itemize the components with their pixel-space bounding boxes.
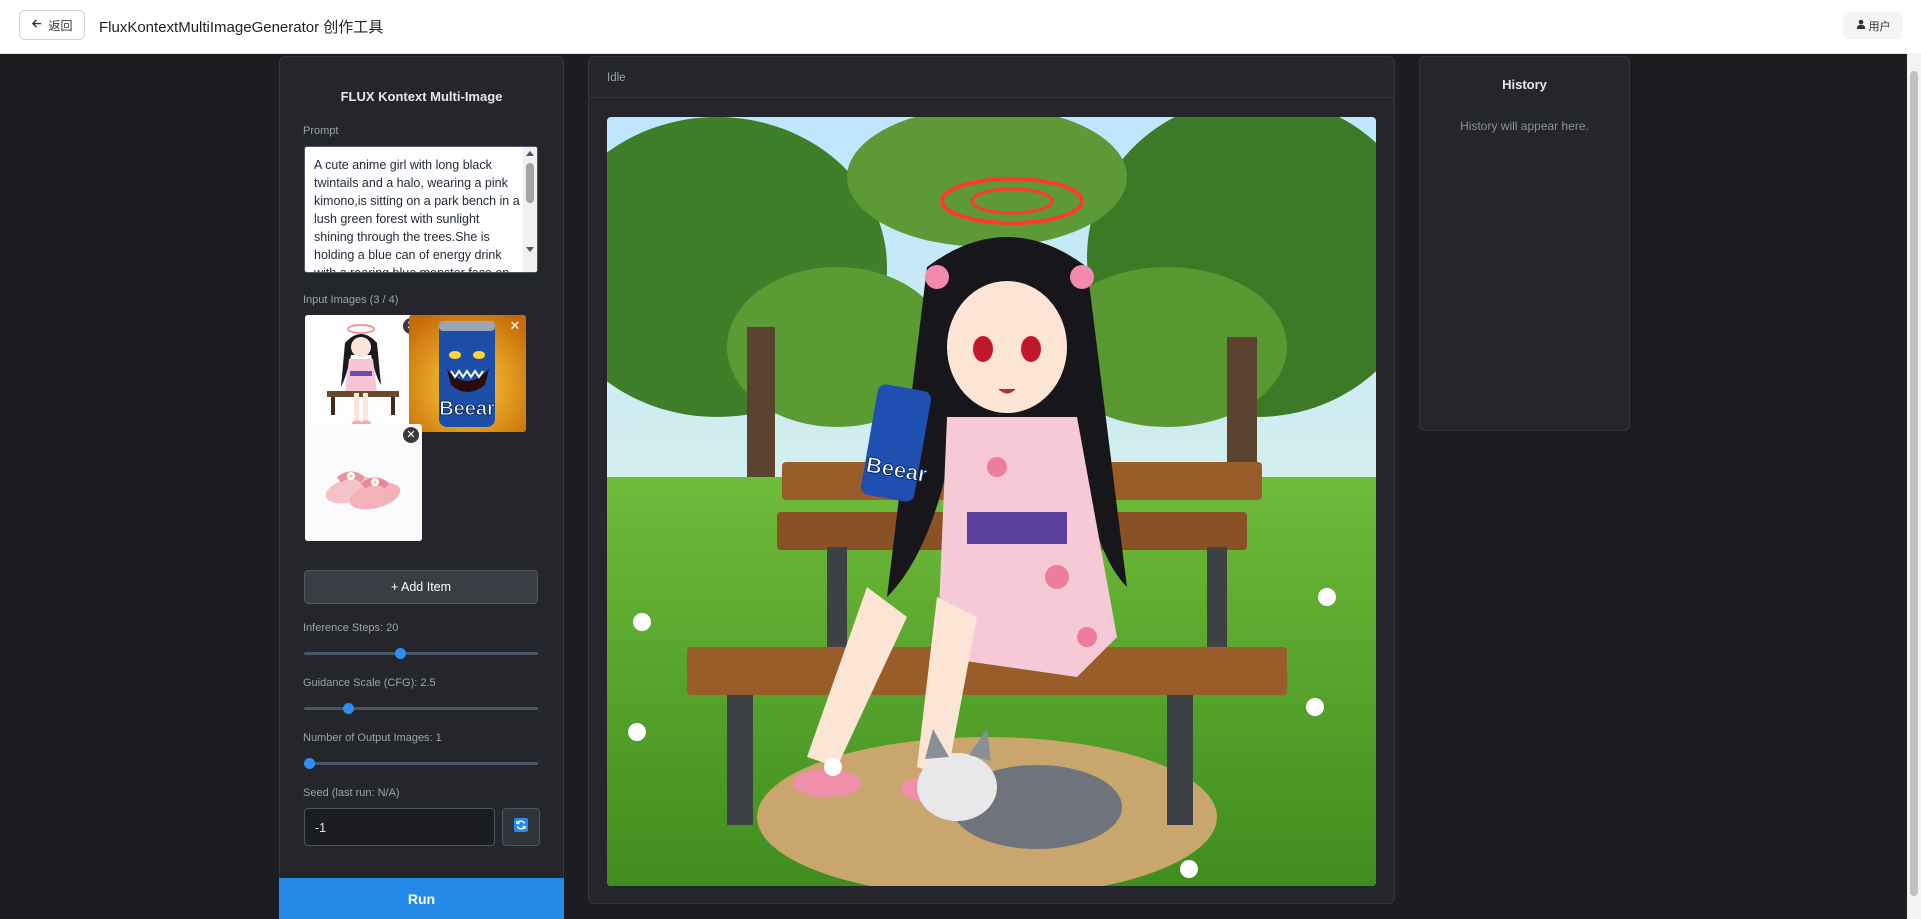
user-button[interactable]: 用户 — [1843, 12, 1903, 39]
status-bar: Idle — [589, 57, 1394, 98]
back-label: 返回 — [48, 18, 73, 33]
back-button[interactable]: 返回 — [19, 10, 85, 40]
remove-image-3-button[interactable]: ✕ — [403, 427, 419, 443]
output-image[interactable]: Beear — [607, 117, 1376, 886]
num-output-images-label: Number of Output Images: 1 — [303, 732, 442, 744]
page-scroll-thumb[interactable] — [1910, 71, 1918, 896]
history-panel: History History will appear here. — [1419, 56, 1630, 431]
scroll-down-icon[interactable] — [526, 247, 534, 252]
guidance-scale-slider[interactable] — [304, 702, 538, 714]
panel-title: FLUX Kontext Multi-Image — [340, 89, 503, 104]
top-bar: 返回 FluxKontextMultiImageGenerator 创作工具 用… — [0, 0, 1921, 54]
seed-input[interactable]: -1 — [304, 808, 495, 846]
status-text: Idle — [607, 72, 626, 84]
slider-thumb[interactable] — [343, 703, 354, 714]
generated-image: Beear — [607, 117, 1376, 886]
prompt-textarea[interactable]: A cute anime girl with long black twinta… — [304, 146, 538, 273]
input-images-label: Input Images (3 / 4) — [303, 294, 399, 306]
pink-slippers-thumbnail — [305, 424, 422, 541]
slider-thumb[interactable] — [394, 648, 406, 659]
anime-girl-on-bench-thumbnail — [305, 315, 422, 432]
prompt-scroll-thumb[interactable] — [526, 163, 534, 203]
remove-image-2-button[interactable]: ✕ — [507, 318, 523, 334]
num-output-images-slider[interactable] — [304, 757, 538, 769]
slider-track — [304, 707, 538, 710]
page-scrollbar[interactable] — [1907, 53, 1921, 919]
user-label: 用户 — [1868, 20, 1891, 33]
inference-steps-label: Inference Steps: 20 — [303, 622, 399, 634]
slider-track — [304, 762, 538, 765]
input-image-3[interactable]: ✕ — [305, 424, 422, 541]
randomize-seed-button[interactable] — [502, 808, 540, 846]
inference-steps-slider[interactable] — [304, 647, 538, 659]
prompt-scrollbar[interactable] — [523, 147, 537, 272]
page-title: FluxKontextMultiImageGenerator 创作工具 — [99, 19, 384, 36]
input-image-1[interactable]: ✕ — [305, 315, 422, 432]
controls-panel: FLUX Kontext Multi-Image Prompt A cute a… — [279, 56, 564, 919]
refresh-icon — [513, 817, 529, 838]
user-icon — [1856, 19, 1866, 32]
energy-drink-can-thumbnail: Beear — [409, 315, 526, 432]
slider-thumb[interactable] — [304, 758, 315, 769]
prompt-label: Prompt — [303, 125, 339, 137]
history-empty-text: History will appear here. — [1460, 119, 1589, 133]
run-button[interactable]: Run — [279, 878, 564, 919]
scroll-up-icon[interactable] — [526, 151, 534, 156]
seed-label: Seed (last run: N/A) — [303, 787, 400, 799]
input-image-2[interactable]: Beear ✕ — [409, 315, 526, 432]
slider-track — [304, 652, 538, 655]
can-text: Beear — [439, 398, 495, 420]
add-item-button[interactable]: + Add Item — [304, 570, 538, 604]
history-title: History — [1502, 77, 1547, 92]
guidance-scale-label: Guidance Scale (CFG): 2.5 — [303, 677, 436, 689]
output-panel: Idle Beear — [588, 56, 1395, 904]
prompt-text: A cute anime girl with long black twinta… — [314, 158, 524, 273]
arrow-left-icon — [31, 18, 42, 32]
